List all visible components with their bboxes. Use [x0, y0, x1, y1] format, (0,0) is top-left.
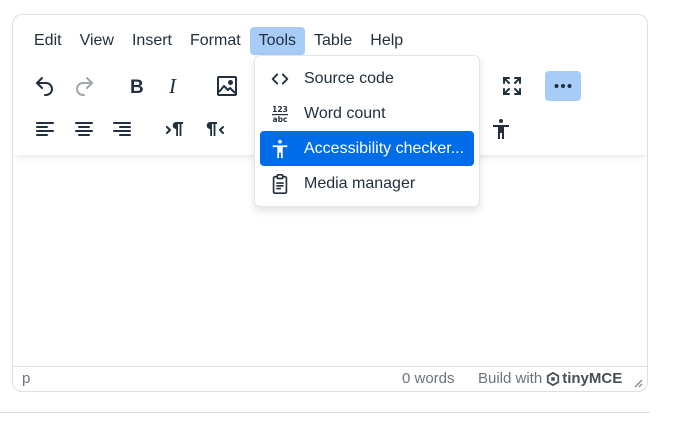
menu-item-label: Accessibility checker...: [304, 139, 465, 157]
menu-help[interactable]: Help: [361, 27, 412, 55]
page-divider: [0, 412, 650, 413]
italic-icon: I: [168, 74, 177, 98]
tinymce-logo: tinyMCE: [546, 370, 622, 387]
statusbar: p 0 words Build with tinyMCE: [13, 366, 647, 391]
undo-button[interactable]: [27, 71, 63, 101]
menu-table[interactable]: Table: [305, 27, 361, 55]
svg-text:abc: abc: [273, 115, 288, 124]
build-with-label: Build with: [478, 370, 543, 387]
menu-item-label: Word count: [304, 104, 386, 122]
align-left-button[interactable]: [27, 114, 63, 144]
menu-item-media-manager[interactable]: Media manager: [260, 166, 474, 201]
more-icon: [554, 84, 572, 88]
accessibility-icon: [272, 139, 288, 158]
menu-format[interactable]: Format: [181, 27, 250, 55]
undo-icon: [36, 77, 53, 96]
menubar: Edit View Insert Format Tools Table Help: [25, 27, 412, 55]
redo-button[interactable]: [66, 71, 102, 101]
menu-item-accessibility-checker[interactable]: Accessibility checker...: [260, 131, 474, 166]
rtl-button[interactable]: [196, 114, 232, 144]
svg-text:B: B: [130, 77, 144, 98]
image-icon: [217, 76, 237, 96]
redo-icon: [76, 77, 93, 96]
align-right-button[interactable]: [104, 114, 140, 144]
tinymce-logo-icon: [547, 371, 560, 386]
accessibility-icon: [493, 119, 509, 139]
menu-tools[interactable]: Tools: [249, 27, 306, 55]
fullscreen-button[interactable]: [494, 71, 530, 101]
menu-item-label: Media manager: [304, 174, 416, 192]
menu-item-label: Source code: [304, 69, 394, 87]
image-button[interactable]: [209, 71, 245, 101]
source-code-icon: [271, 73, 289, 84]
fullscreen-icon: [503, 77, 521, 95]
word-count-icon: 123abc: [272, 105, 288, 124]
element-path[interactable]: p: [22, 370, 30, 387]
align-center-icon: [75, 122, 93, 136]
media-manager-icon: [272, 173, 288, 194]
menu-edit[interactable]: Edit: [25, 27, 71, 55]
menu-insert[interactable]: Insert: [123, 27, 181, 55]
rtl-icon: [206, 122, 224, 136]
align-left-icon: [36, 122, 54, 136]
menu-item-source-code[interactable]: Source code: [260, 61, 474, 96]
svg-text:123: 123: [272, 105, 288, 114]
ltr-icon: [166, 122, 183, 136]
brand-name: tinyMCE: [562, 370, 623, 387]
svg-text:I: I: [168, 74, 177, 98]
italic-button[interactable]: I: [157, 71, 193, 101]
ltr-button[interactable]: [157, 114, 193, 144]
accessibility-button[interactable]: [483, 114, 519, 144]
branding-link[interactable]: Build with tinyMCE: [478, 370, 622, 387]
align-center-button[interactable]: [66, 114, 102, 144]
tools-menu-dropdown: Source code 123 abc Word count Accessibil…: [254, 55, 480, 207]
menu-view[interactable]: View: [71, 27, 123, 55]
word-count[interactable]: 0 words: [402, 370, 455, 387]
bold-icon: B: [130, 77, 144, 98]
resize-handle-icon[interactable]: [633, 378, 643, 388]
bold-button[interactable]: B: [119, 71, 155, 101]
align-right-icon: [113, 122, 131, 136]
menu-item-word-count[interactable]: 123 abc Word count: [260, 96, 474, 131]
more-button[interactable]: [545, 71, 581, 101]
